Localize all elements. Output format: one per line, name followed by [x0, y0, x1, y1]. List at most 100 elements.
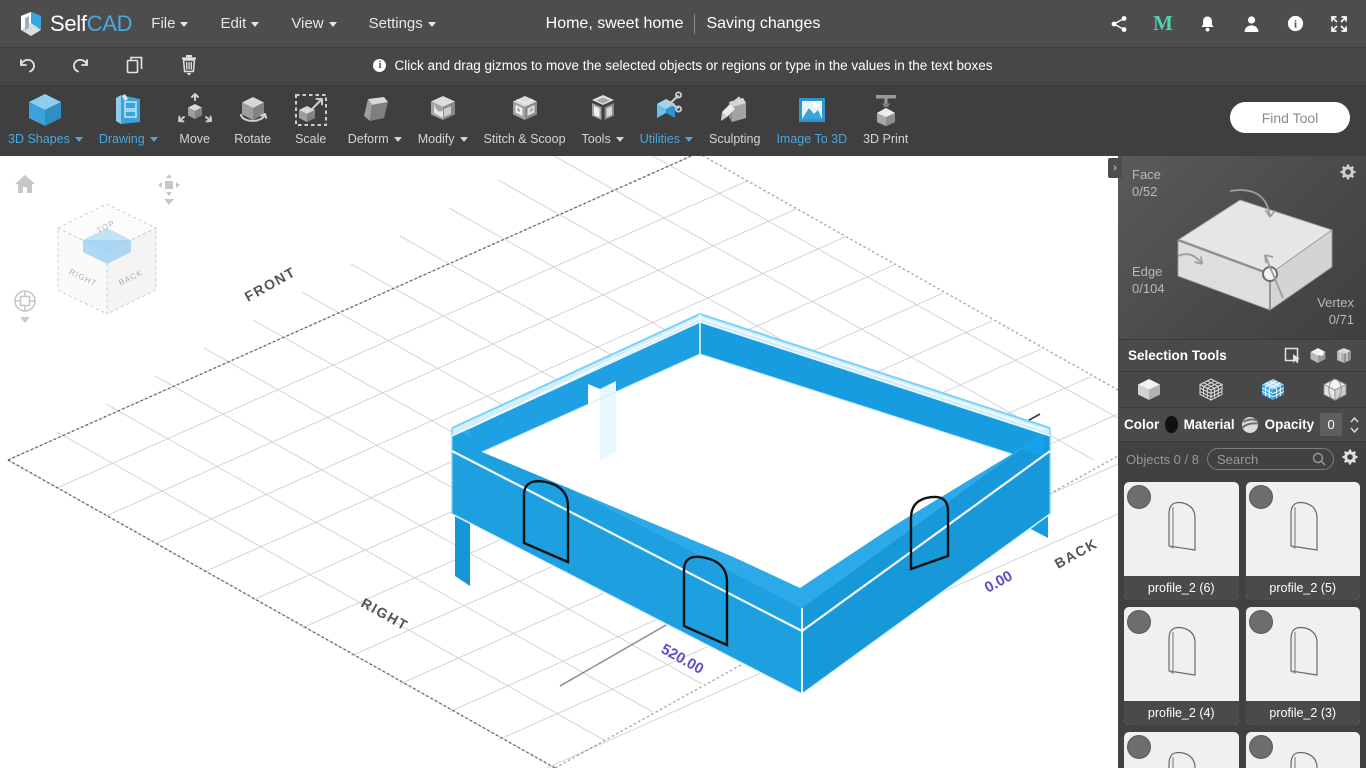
- 3d-viewport[interactable]: FRONT RIGHT BACK 100.00 520.00 0.00: [0, 156, 1118, 768]
- opacity-label: Opacity: [1264, 417, 1315, 432]
- list-item[interactable]: profile_2 (6): [1124, 482, 1239, 600]
- tool-tools[interactable]: Tools: [574, 84, 632, 154]
- document-title[interactable]: Home, sweet home: [546, 15, 684, 33]
- menu-settings-label: Settings: [368, 15, 423, 32]
- tool-utilities-label: Utilities: [640, 132, 694, 146]
- right-panel: Face 0/52 Edge 0/104 Vertex 0/71 Selecti…: [1118, 156, 1366, 768]
- share-icon[interactable]: [1108, 13, 1130, 35]
- object-select-toggle[interactable]: [1127, 485, 1151, 509]
- selection-vertex-label: Vertex: [1317, 295, 1354, 310]
- list-item[interactable]: profile_2 (1): [1245, 732, 1360, 768]
- svg-text:i: i: [1293, 18, 1296, 30]
- selfcad-logo[interactable]: SelfCAD: [18, 10, 133, 38]
- tool-utilities[interactable]: Utilities: [632, 84, 701, 154]
- color-swatch[interactable]: [1165, 416, 1178, 433]
- selection-tools-label: Selection Tools: [1128, 348, 1227, 363]
- chevron-down-icon: [328, 21, 337, 27]
- info-icon[interactable]: i: [1284, 13, 1306, 35]
- tool-scale[interactable]: Scale: [282, 84, 340, 154]
- tool-rotate[interactable]: Rotate: [224, 84, 282, 154]
- material-row: Color Material Opacity 0: [1118, 408, 1366, 442]
- tool-move[interactable]: Move: [166, 84, 224, 154]
- object-select-toggle[interactable]: [1248, 610, 1273, 634]
- tool-deform[interactable]: Deform: [340, 84, 410, 154]
- copy-button[interactable]: [108, 48, 162, 82]
- rect-select-icon[interactable]: [1280, 345, 1304, 367]
- list-item[interactable]: profile_2 (4): [1124, 607, 1239, 725]
- menu-edit[interactable]: Edit: [207, 9, 272, 38]
- undo-button[interactable]: [0, 48, 54, 82]
- deform-cube-icon: [355, 90, 395, 130]
- object-name: profile_2 (3): [1245, 701, 1360, 725]
- action-bar: i Click and drag gizmos to move the sele…: [0, 47, 1366, 83]
- delete-button[interactable]: [162, 48, 216, 82]
- chevron-down-icon: [164, 199, 174, 205]
- menu-edit-label: Edit: [220, 15, 247, 32]
- tool-stitch-scoop[interactable]: Stitch & Scoop: [476, 84, 574, 154]
- tool-rotate-label: Rotate: [234, 132, 272, 146]
- object-select-toggle[interactable]: [1248, 485, 1273, 509]
- utilities-scissors-icon: [645, 90, 687, 130]
- object-select-icon[interactable]: [1306, 345, 1330, 367]
- opacity-stepper[interactable]: [1349, 415, 1360, 435]
- display-modes-row: [1118, 372, 1366, 408]
- top-right-icons: M i: [1108, 0, 1350, 47]
- objects-grid: profile_2 (6) profile_2 (5) profile_2 (4…: [1118, 476, 1366, 768]
- box-select-icon[interactable]: [1332, 345, 1356, 367]
- object-name: profile_2 (4): [1124, 701, 1239, 725]
- drawing-pencil-icon: [108, 90, 148, 130]
- view-navigation-cube[interactable]: TOP RIGHT BACK: [48, 196, 166, 324]
- mode-wireframe-button[interactable]: [1180, 372, 1242, 408]
- fullscreen-icon[interactable]: [1328, 13, 1350, 35]
- list-item[interactable]: profile_2 (5): [1245, 482, 1360, 600]
- material-label: Material: [1183, 417, 1235, 432]
- selection-edge-info: Edge 0/104: [1132, 263, 1165, 297]
- object-select-toggle[interactable]: [1248, 735, 1273, 759]
- redo-button[interactable]: [54, 48, 108, 82]
- orbit-icon[interactable]: [12, 288, 38, 323]
- tool-3d-shapes[interactable]: 3D Shapes: [0, 84, 91, 154]
- selection-preview-cube: [1176, 189, 1333, 311]
- object-name: profile_2 (6): [1124, 576, 1239, 600]
- search-icon: [1312, 452, 1326, 469]
- notifications-bell-icon[interactable]: [1196, 13, 1218, 35]
- panel-collapse-toggle[interactable]: ›: [1108, 158, 1122, 178]
- objects-search-input[interactable]: Search: [1206, 448, 1334, 470]
- find-tool-input[interactable]: Find Tool: [1230, 102, 1350, 133]
- mymini-logo-icon[interactable]: M: [1152, 11, 1174, 35]
- mode-face-button[interactable]: [1242, 372, 1304, 408]
- list-item[interactable]: profile_2 (2): [1124, 732, 1239, 768]
- tool-image-to-3d[interactable]: Image To 3D: [768, 84, 855, 154]
- account-user-icon[interactable]: [1240, 13, 1262, 35]
- pan-icon[interactable]: [158, 174, 180, 205]
- tool-modify-label: Modify: [418, 132, 468, 146]
- tool-modify[interactable]: Modify: [410, 84, 476, 154]
- menu-view[interactable]: View: [278, 9, 349, 38]
- menu-settings[interactable]: Settings: [356, 9, 449, 38]
- tool-drawing[interactable]: Drawing: [91, 84, 166, 154]
- objects-header-row: Objects 0 / 8 Search: [1118, 442, 1366, 476]
- opacity-input[interactable]: 0: [1320, 413, 1342, 436]
- selection-settings-gear-icon[interactable]: [1340, 164, 1356, 185]
- tool-3d-shapes-label: 3D Shapes: [8, 132, 83, 146]
- mode-object-button[interactable]: [1118, 372, 1180, 408]
- home-icon[interactable]: [14, 174, 36, 199]
- mode-vertex-button[interactable]: [1304, 372, 1366, 408]
- chevron-down-icon: [149, 137, 158, 143]
- image-to-3d-icon: [792, 90, 832, 130]
- cube-blue-icon: [24, 90, 66, 130]
- modify-cube-icon: [423, 90, 463, 130]
- selection-edge-label: Edge: [1132, 264, 1163, 279]
- tool-sculpting[interactable]: Sculpting: [701, 84, 768, 154]
- material-swatch-icon[interactable]: [1241, 416, 1259, 434]
- logo-cad: CAD: [86, 10, 133, 36]
- objects-settings-gear-icon[interactable]: [1342, 449, 1358, 470]
- object-select-toggle[interactable]: [1127, 610, 1151, 634]
- stitch-scoop-icon: [505, 90, 545, 130]
- object-select-toggle[interactable]: [1127, 735, 1151, 759]
- menu-file[interactable]: File: [138, 9, 201, 38]
- list-item[interactable]: profile_2 (3): [1245, 607, 1360, 725]
- chevron-down-icon: [685, 137, 694, 143]
- selection-vertex-info: Vertex 0/71: [1317, 294, 1354, 328]
- tool-3d-print[interactable]: 3D Print: [855, 84, 916, 154]
